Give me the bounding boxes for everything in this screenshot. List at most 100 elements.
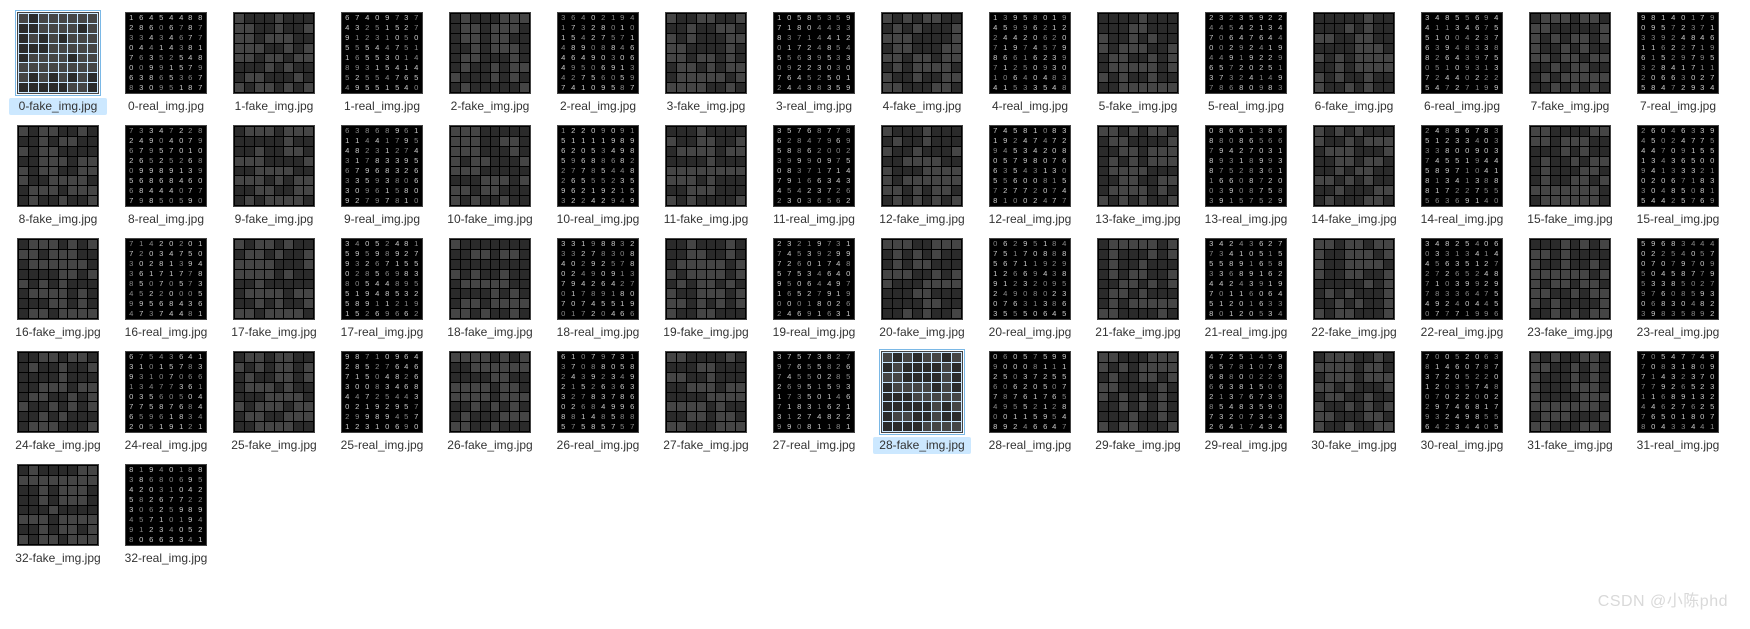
file-thumbnail[interactable] [1097,125,1179,207]
file-item[interactable]: 5968344402254057070797095045877953385027… [1629,238,1727,341]
file-thumbnail[interactable]: 1395801945996212244206207197457986616239… [989,12,1071,94]
file-item[interactable]: 2-fake_img.jpg [441,12,539,115]
file-item[interactable]: 3319883233278308402925780249091379426427… [549,238,647,341]
file-item[interactable]: 17-fake_img.jpg [225,238,323,341]
file-item[interactable]: 0866138688086566794270318931899387528361… [1197,125,1295,228]
file-item[interactable]: 4-fake_img.jpg [873,12,971,115]
file-item[interactable]: 1395801945996212244206207197457986616239… [981,12,1079,115]
file-item[interactable]: 3482540603313414456351272726524871039929… [1413,238,1511,341]
file-item[interactable]: 5-fake_img.jpg [1089,12,1187,115]
file-item[interactable]: 21-fake_img.jpg [1089,238,1187,341]
file-thumbnail[interactable] [1097,12,1179,94]
file-item[interactable]: 22-fake_img.jpg [1305,238,1403,341]
file-thumbnail[interactable]: 0629518475170888567119291266943891232095… [989,238,1071,320]
file-thumbnail[interactable] [1529,351,1611,433]
file-item[interactable]: 18-fake_img.jpg [441,238,539,341]
file-item[interactable]: 0-fake_img.jpg [9,12,107,115]
file-thumbnail[interactable] [881,12,963,94]
file-item[interactable]: 3757382797655826745502852695159317350146… [765,351,863,454]
file-thumbnail[interactable]: 9814017909572371339248461162271961529795… [1637,12,1719,94]
file-item[interactable]: 7054774970831809714323707792652311689132… [1629,351,1727,454]
file-item[interactable]: 9871096428527646715048263008346844725443… [333,351,431,454]
file-thumbnail[interactable] [17,125,99,207]
file-thumbnail[interactable] [233,125,315,207]
file-thumbnail[interactable]: 7458108319247472945342080579807663543130… [989,125,1071,207]
file-thumbnail[interactable]: 6754364131015783931070661347736103560504… [125,351,207,433]
file-thumbnail[interactable]: 7142020172034750302813943617177885070573… [125,238,207,320]
file-thumbnail[interactable] [233,351,315,433]
file-thumbnail[interactable]: 8194018838680695420310425826772230625989… [125,464,207,546]
file-item[interactable]: 2323592244542134706476440029241944919229… [1197,12,1295,115]
file-thumbnail[interactable] [665,238,747,320]
file-thumbnail[interactable] [17,351,99,433]
file-thumbnail[interactable] [881,125,963,207]
file-item[interactable]: 7334722824904079679570102652526809989139… [117,125,215,228]
file-thumbnail[interactable]: 3405248159598927932671550285698380544895… [341,238,423,320]
file-grid[interactable]: 0-fake_img.jpg16454488286067873343467704… [0,0,1750,581]
file-thumbnail[interactable]: 7054774970831809714323707792652311689132… [1637,351,1719,433]
file-thumbnail[interactable] [449,12,531,94]
file-thumbnail[interactable] [881,351,963,433]
file-item[interactable]: 14-fake_img.jpg [1305,125,1403,228]
file-thumbnail[interactable] [449,351,531,433]
file-item[interactable]: 3405248159598927932671550285698380544895… [333,238,431,341]
file-thumbnail[interactable]: 0605759990008111250372556062050778761765… [989,351,1071,433]
file-thumbnail[interactable]: 2323592244542134706476440029241944919229… [1205,12,1287,94]
file-item[interactable]: 8-fake_img.jpg [9,125,107,228]
file-item[interactable]: 2321973174539299726017485753464095064497… [765,238,863,341]
file-thumbnail[interactable]: 6740973743251527912310505554475116553014… [341,12,423,94]
file-thumbnail[interactable] [1529,12,1611,94]
file-thumbnail[interactable] [881,238,963,320]
file-thumbnail[interactable]: 2604633945024775447091551343650094133321… [1637,125,1719,207]
file-thumbnail[interactable]: 3576877862847969588620023999097508371714… [773,125,855,207]
file-item[interactable]: 3424362773410515558916583368916244243919… [1197,238,1295,341]
file-thumbnail[interactable] [449,125,531,207]
file-thumbnail[interactable]: 7334722824904079679570102652526809989139… [125,125,207,207]
file-thumbnail[interactable]: 3757382797655826745502852695159317350146… [773,351,855,433]
file-thumbnail[interactable]: 5968344402254057070797095045877953385027… [1637,238,1719,320]
file-item[interactable]: 6-fake_img.jpg [1305,12,1403,115]
file-item[interactable]: 1220909151111989620534985968868227785448… [549,125,647,228]
file-thumbnail[interactable] [17,464,99,546]
file-item[interactable]: 15-fake_img.jpg [1521,125,1619,228]
file-thumbnail[interactable]: 4725145965781078688002296638150621376739… [1205,351,1287,433]
file-thumbnail[interactable] [449,238,531,320]
file-thumbnail[interactable] [1529,125,1611,207]
file-item[interactable]: 25-fake_img.jpg [225,351,323,454]
file-item[interactable]: 0605759990008111250372556062050778761765… [981,351,1079,454]
file-thumbnail[interactable]: 3485569441134675510042376394833882643975… [1421,12,1503,94]
file-item[interactable]: 0629518475170888567119291266943891232095… [981,238,1079,341]
file-thumbnail[interactable]: 2488678351233403338009037455194458971041… [1421,125,1503,207]
file-thumbnail[interactable] [233,238,315,320]
file-item[interactable]: 9-fake_img.jpg [225,125,323,228]
file-item[interactable]: 7-fake_img.jpg [1521,12,1619,115]
file-item[interactable]: 7005206381460787372052201203574807022002… [1413,351,1511,454]
file-item[interactable]: 1058535971804433837144120172485455639533… [765,12,863,115]
file-item[interactable]: 24-fake_img.jpg [9,351,107,454]
file-thumbnail[interactable] [17,12,99,94]
file-item[interactable]: 16-fake_img.jpg [9,238,107,341]
file-thumbnail[interactable] [1313,351,1395,433]
file-thumbnail[interactable] [1097,351,1179,433]
file-item[interactable]: 6107973137088058243923492152636332783786… [549,351,647,454]
file-item[interactable]: 1-fake_img.jpg [225,12,323,115]
file-item[interactable]: 6754364131015783931070661347736103560504… [117,351,215,454]
file-thumbnail[interactable] [665,125,747,207]
file-item[interactable]: 8194018838680695420310425826772230625989… [117,464,215,567]
file-thumbnail[interactable] [1313,12,1395,94]
file-thumbnail[interactable] [1313,238,1395,320]
file-item[interactable]: 29-fake_img.jpg [1089,351,1187,454]
file-item[interactable]: 32-fake_img.jpg [9,464,107,567]
file-item[interactable]: 30-fake_img.jpg [1305,351,1403,454]
file-item[interactable]: 4725145965781078688002296638150621376739… [1197,351,1295,454]
file-item[interactable]: 2488678351233403338009037455194458971041… [1413,125,1511,228]
file-item[interactable]: 7142020172034750302813943617177885070573… [117,238,215,341]
file-item[interactable]: 2604633945024775447091551343650094133321… [1629,125,1727,228]
file-thumbnail[interactable]: 1220909151111989620534985968868227785448… [557,125,639,207]
file-item[interactable]: 10-fake_img.jpg [441,125,539,228]
file-thumbnail[interactable]: 1058535971804433837144120172485455639533… [773,12,855,94]
file-thumbnail[interactable]: 9871096428527646715048263008346844725443… [341,351,423,433]
file-thumbnail[interactable]: 6386896111441795482312743178339567968326… [341,125,423,207]
file-item[interactable]: 13-fake_img.jpg [1089,125,1187,228]
file-item[interactable]: 11-fake_img.jpg [657,125,755,228]
